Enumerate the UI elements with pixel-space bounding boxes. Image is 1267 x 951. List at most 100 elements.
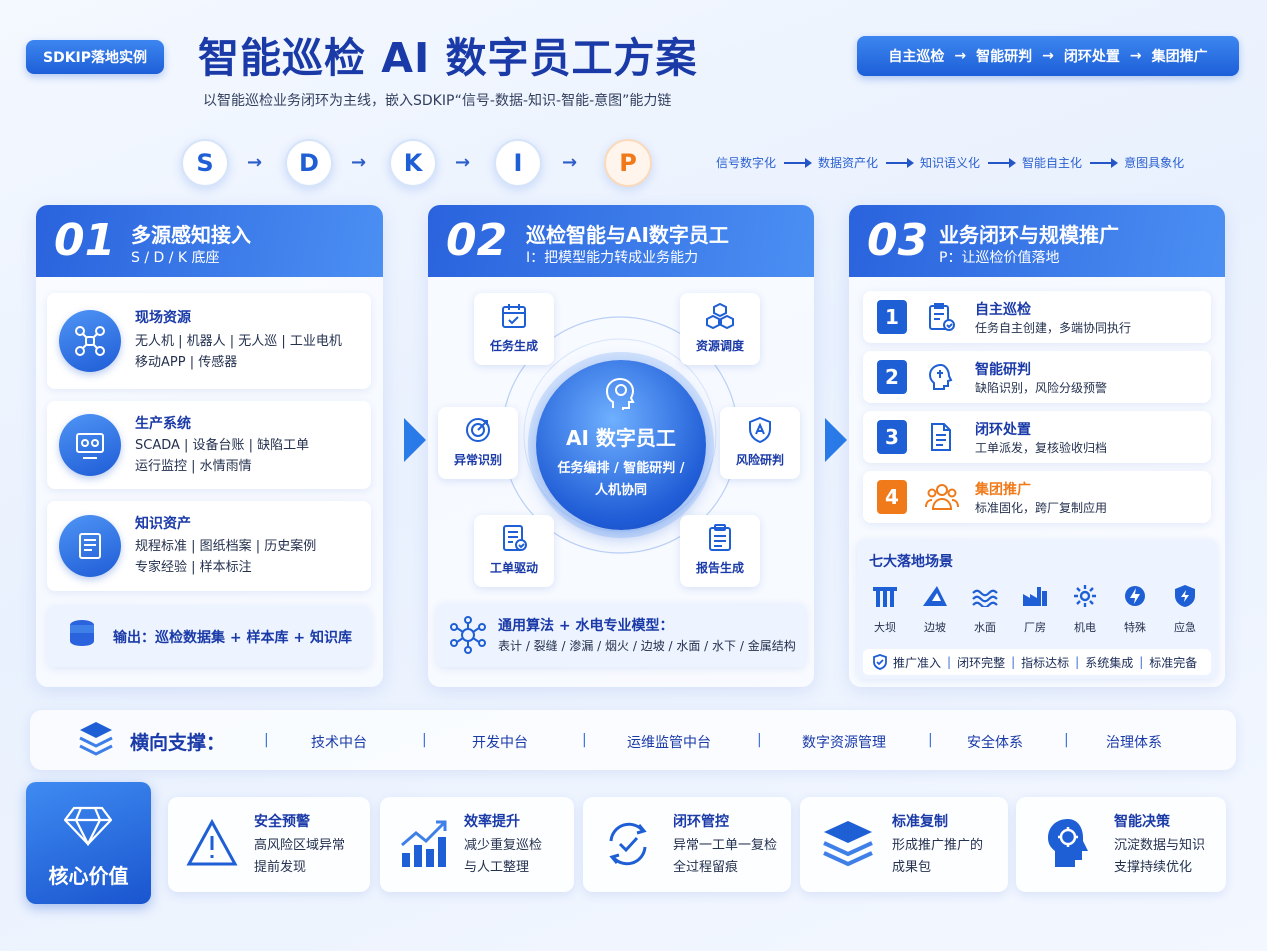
- column-header: 02 巡检智能与AI数字员工 I：把模型能力转成业务能力: [428, 205, 814, 277]
- process-flow-pill: 自主巡检 → 智能研判 → 闭环处置 → 集团推广: [857, 36, 1239, 76]
- scenes-panel: 七大落地场景 大坝 边坡 水面 厂房 机电 特殊 应急 推广准入 | 闭环完整 …: [857, 539, 1217, 679]
- brain-icon: [928, 363, 953, 390]
- database-icon: [70, 620, 94, 646]
- scene-slope: 边坡: [913, 577, 957, 635]
- card-line: 运行监控 | 水情雨情: [135, 459, 252, 474]
- source-card-production: 生产系统 SCADA | 设备台账 | 缺陷工单 运行监控 | 水情雨情: [47, 401, 371, 489]
- chain-step: 智能自主化: [1022, 156, 1083, 170]
- network-icon: [450, 616, 486, 654]
- support-item: 运维监管中台: [627, 735, 711, 751]
- algorithm-bar: 通用算法 + 水电专业模型： 表计 / 裂缝 / 渗漏 / 烟火 / 边坡 / …: [436, 603, 806, 667]
- step-number: 4: [877, 480, 907, 514]
- card-title: 生产系统: [135, 416, 191, 432]
- sdkip-letter-k: K: [389, 139, 437, 187]
- step-number: 3: [877, 420, 907, 454]
- support-title: 横向支撑：: [130, 732, 226, 754]
- shield-check-icon: [873, 654, 887, 670]
- value-line: 异常一工单一复检: [673, 838, 778, 853]
- core-title: AI 数字员工: [566, 426, 676, 450]
- criteria-item: 指标达标: [1021, 655, 1070, 670]
- flow-step: 闭环处置: [1063, 49, 1120, 65]
- module-risk-judgment: 风险研判: [720, 407, 800, 479]
- horizontal-support-bar: 横向支撑： | 技术中台 | 开发中台 | 运维监管中台 | 数字资源管理 | …: [30, 710, 1236, 770]
- scene-label: 大坝: [874, 621, 896, 634]
- target-icon: [466, 418, 490, 442]
- value-line: 形成推广推广的: [892, 838, 984, 853]
- column-subtitle: P：让巡检价值落地: [939, 250, 1060, 266]
- support-item: 治理体系: [1106, 735, 1162, 751]
- chain-arrow-icon: [886, 157, 915, 168]
- sdkip-letter-p: P: [604, 139, 652, 187]
- value-line: 全过程留痕: [673, 860, 739, 875]
- sdkip-letter-i: I: [494, 139, 542, 187]
- team-icon: [925, 484, 959, 510]
- column-multi-source: 01 多源感知接入 S / D / K 底座 现场资源 无人机 | 机器人 | …: [36, 205, 383, 687]
- flow-arrow-icon: [825, 418, 847, 462]
- criteria-item: 标准完备: [1149, 655, 1198, 670]
- step-text: 任务自主创建，多端协同执行: [975, 321, 1132, 335]
- criteria-bar: 推广准入 | 闭环完整 | 指标达标 | 系统集成 | 标准完备: [863, 649, 1211, 675]
- ai-employee-core: AI 数字员工 任务编排 / 智能研判 / 人机协同: [536, 360, 706, 530]
- card-title: 现场资源: [135, 310, 191, 326]
- criteria-item: 推广准入: [893, 655, 942, 670]
- value-title: 安全预警: [254, 814, 310, 830]
- column-number: 01: [54, 215, 116, 266]
- value-card-standard-copy: 标准复制 形成推广推广的 成果包: [800, 797, 1008, 892]
- value-line: 减少重复巡检: [464, 838, 543, 853]
- flow-arrow-icon: [404, 418, 426, 462]
- page-subtitle: 以智能巡检业务闭环为主线，嵌入SDKIP“信号-数据-知识-智能-意图”能力链: [203, 93, 672, 109]
- criteria-item: 系统集成: [1085, 655, 1134, 670]
- flow-arrow: →: [954, 48, 967, 64]
- chain-step: 信号数字化: [716, 156, 777, 170]
- slope-icon: [923, 586, 947, 606]
- chain-step: 知识语义化: [920, 156, 981, 170]
- sdkip-letter-d: D: [285, 139, 333, 187]
- chain-arrow-icon: [784, 157, 813, 168]
- column-title: 多源感知接入: [131, 223, 251, 247]
- brain-head-icon: [605, 377, 635, 410]
- module-label: 资源调度: [695, 339, 744, 353]
- chain-arrow-icon: [1090, 157, 1119, 168]
- sdkip-arrow: →: [351, 152, 367, 173]
- value-card-decision: 智能决策 沉淀数据与知识 支撑持续优化: [1016, 797, 1226, 892]
- sdkip-letter-s: S: [181, 139, 229, 187]
- capability-chain: 信号数字化 数据资产化 知识语义化 智能自主化 意图具象化: [716, 154, 1184, 171]
- scene-label: 特殊: [1124, 621, 1146, 634]
- module-task-generation: 任务生成: [474, 293, 554, 365]
- value-line: 沉淀数据与知识: [1114, 838, 1206, 853]
- module-report: 报告生成: [680, 515, 760, 587]
- scene-label: 边坡: [924, 621, 946, 634]
- card-line: 专家经验 | 样本标注: [135, 560, 252, 575]
- sdkip-badge: SDKIP落地实例: [26, 40, 164, 74]
- value-title: 闭环管控: [673, 814, 729, 830]
- scene-electromechanical: 机电: [1063, 577, 1107, 635]
- core-line: 人机协同: [594, 483, 647, 498]
- cycle-check-icon: [609, 822, 647, 866]
- cubes-icon: [706, 302, 734, 330]
- module-label: 报告生成: [695, 561, 744, 575]
- module-label: 工单驱动: [489, 561, 538, 575]
- step-card: 4 集团推广 标准固化，跨厂复制应用: [863, 471, 1211, 523]
- column-title: 业务闭环与规模推广: [939, 223, 1119, 247]
- chain-arrow-icon: [988, 157, 1017, 168]
- step-text: 工单派发，复核验收归档: [975, 441, 1108, 455]
- column-subtitle: S / D / K 底座: [131, 250, 220, 266]
- scenes-title: 七大落地场景: [869, 554, 953, 570]
- sdkip-arrow: →: [562, 152, 578, 173]
- scene-dam: 大坝: [863, 577, 907, 635]
- card-line: 移动APP | 传感器: [135, 355, 238, 370]
- dam-icon: [873, 587, 897, 607]
- report-icon: [709, 524, 731, 551]
- flow-arrow: →: [1042, 48, 1054, 64]
- flow-step: 智能研判: [976, 49, 1033, 65]
- chain-step: 数据资产化: [818, 156, 879, 170]
- step-title: 自主巡检: [975, 302, 1031, 318]
- lightning-badge-icon: [1125, 586, 1145, 606]
- column-number: 02: [446, 215, 508, 266]
- factory-icon: [1023, 587, 1047, 606]
- clipboard-check-icon: [929, 303, 955, 331]
- book-icon: [59, 515, 121, 577]
- value-line: 与人工整理: [464, 860, 530, 875]
- value-title: 效率提升: [464, 814, 520, 830]
- step-title: 闭环处置: [975, 422, 1031, 438]
